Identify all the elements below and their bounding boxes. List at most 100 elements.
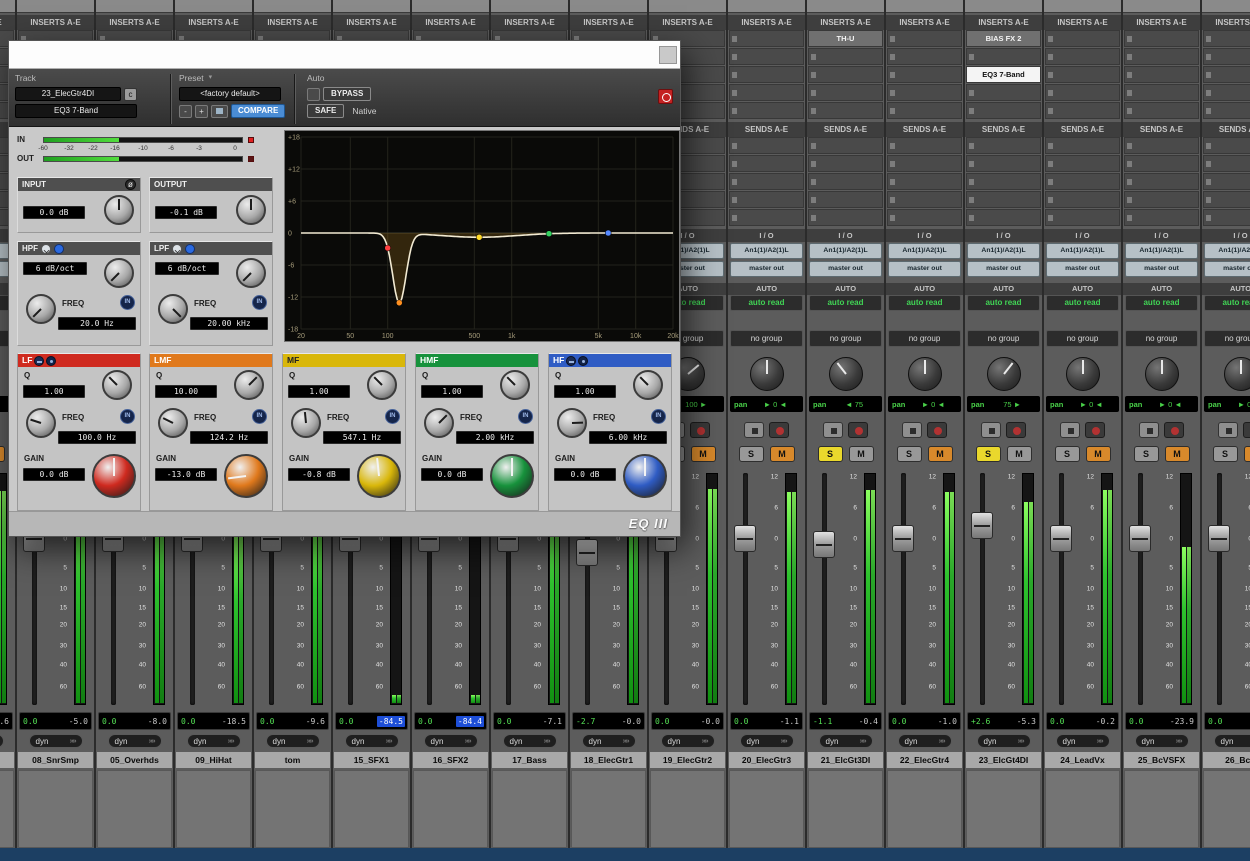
fader-handle[interactable] xyxy=(813,531,835,558)
comments-box[interactable] xyxy=(0,770,14,848)
insert-slot[interactable] xyxy=(729,66,804,83)
freq-value[interactable]: 6.00 kHz xyxy=(589,431,667,444)
insert-slot[interactable] xyxy=(808,137,883,154)
hpf-band-icon[interactable] xyxy=(54,244,64,254)
track-name[interactable]: 22_ElecGtr4 xyxy=(887,752,962,768)
record-arm-button[interactable] xyxy=(1085,422,1105,438)
insert-slot[interactable] xyxy=(1124,173,1199,190)
track-name[interactable]: 23_ElcGt4DI xyxy=(966,752,1041,768)
safe-button[interactable]: SAFE xyxy=(307,104,344,118)
insert-slot[interactable] xyxy=(1203,191,1250,208)
insert-slot[interactable] xyxy=(1045,155,1120,172)
input-gain-knob[interactable] xyxy=(104,195,134,225)
insert-slot[interactable] xyxy=(1203,173,1250,190)
insert-slot[interactable] xyxy=(808,66,883,83)
input-path[interactable]: An1(1)/A2(1)L xyxy=(1125,243,1198,259)
output-path[interactable]: master out xyxy=(730,261,803,277)
insert-slot[interactable] xyxy=(1203,66,1250,83)
fader-handle[interactable] xyxy=(1129,525,1151,552)
insert-slot[interactable] xyxy=(887,173,962,190)
insert-slot[interactable]: TH-U xyxy=(808,30,883,47)
freq-value[interactable]: 547.1 Hz xyxy=(323,431,401,444)
input-path[interactable]: An1(1)/A2(1)L xyxy=(730,243,803,259)
track-name[interactable]: 09_HiHat xyxy=(176,752,251,768)
input-path[interactable]: An1(1)/A2(1)L xyxy=(1046,243,1119,259)
comments-box[interactable] xyxy=(966,770,1041,848)
track-name[interactable]: 24_LeadVx xyxy=(1045,752,1120,768)
dyn-button[interactable]: dyn »» xyxy=(29,734,83,748)
insert-slot[interactable] xyxy=(1045,66,1120,83)
group-assign[interactable]: no group xyxy=(1125,330,1198,347)
output-path[interactable]: master out xyxy=(809,261,882,277)
automation-enable-icon[interactable] xyxy=(307,88,320,101)
output-path[interactable]: master out xyxy=(888,261,961,277)
track-name[interactable]: 08_SnrSmp xyxy=(18,752,93,768)
comments-box[interactable] xyxy=(650,770,725,848)
input-monitor-button[interactable] xyxy=(744,422,764,438)
track-name[interactable]: 19_ElecGtr2 xyxy=(650,752,725,768)
input-monitor-button[interactable] xyxy=(981,422,1001,438)
dyn-button[interactable]: dyn »» xyxy=(503,734,557,748)
freq-knob[interactable] xyxy=(26,408,56,438)
insert-slot[interactable] xyxy=(1203,48,1250,65)
fader-handle[interactable] xyxy=(971,512,993,539)
group-assign[interactable]: no group xyxy=(967,330,1040,347)
lpf-band-icon[interactable] xyxy=(185,244,195,254)
record-arm-button[interactable] xyxy=(848,422,868,438)
insert-slot[interactable] xyxy=(1203,84,1250,101)
insert-slot[interactable] xyxy=(1124,191,1199,208)
comments-box[interactable] xyxy=(413,770,488,848)
insert-slot[interactable] xyxy=(1124,30,1199,47)
insert-slot[interactable] xyxy=(808,191,883,208)
gain-value[interactable]: 0.0 dB xyxy=(421,468,483,481)
gain-knob[interactable] xyxy=(490,454,534,498)
insert-slot[interactable] xyxy=(808,48,883,65)
band-in-button[interactable]: IN xyxy=(518,409,533,424)
out-clip-led[interactable] xyxy=(248,156,254,162)
insert-slot[interactable] xyxy=(808,155,883,172)
insert-slot[interactable] xyxy=(808,209,883,226)
gain-value[interactable]: 0.0 dB xyxy=(554,468,616,481)
insert-slot[interactable] xyxy=(808,102,883,119)
input-monitor-button[interactable] xyxy=(1060,422,1080,438)
q-knob[interactable] xyxy=(102,370,132,400)
dyn-button[interactable]: dyn »» xyxy=(582,734,636,748)
input-path[interactable]: An1(1)/A2(1)L xyxy=(809,243,882,259)
comments-box[interactable] xyxy=(808,770,883,848)
insert-slot[interactable] xyxy=(729,173,804,190)
q-value[interactable]: 1.00 xyxy=(554,385,616,398)
track-name[interactable]: tom xyxy=(255,752,330,768)
insert-slot[interactable] xyxy=(1045,84,1120,101)
mute-button[interactable]: M xyxy=(691,446,716,462)
track-name[interactable]: 21_ElcGt3DI xyxy=(808,752,883,768)
freq-value[interactable]: 2.00 kHz xyxy=(456,431,534,444)
insert-slot[interactable] xyxy=(1045,191,1120,208)
insert-slot[interactable] xyxy=(887,84,962,101)
freq-value[interactable]: 124.2 Hz xyxy=(190,431,268,444)
output-path[interactable]: master out xyxy=(1125,261,1198,277)
dyn-button[interactable]: dyn »» xyxy=(0,734,4,748)
shelf-toggle-icon[interactable] xyxy=(34,356,44,366)
fader-handle[interactable] xyxy=(1208,525,1230,552)
track-name[interactable]: 15_SFX1 xyxy=(334,752,409,768)
hpf-freq-value[interactable]: 20.0 Hz xyxy=(58,317,136,330)
preset-selector[interactable]: <factory default> xyxy=(179,87,281,101)
insert-slot[interactable] xyxy=(729,30,804,47)
insert-slot[interactable] xyxy=(1124,84,1199,101)
comments-box[interactable] xyxy=(255,770,330,848)
group-assign[interactable]: no group xyxy=(730,330,803,347)
dyn-button[interactable]: dyn »» xyxy=(661,734,715,748)
record-arm-button[interactable] xyxy=(769,422,789,438)
pan-knob[interactable] xyxy=(750,357,784,391)
band-in-button[interactable]: IN xyxy=(120,409,135,424)
lpf-slope-knob[interactable] xyxy=(236,258,266,288)
insert-slot[interactable] xyxy=(1045,173,1120,190)
bell-toggle-icon[interactable] xyxy=(46,356,56,366)
next-preset-button[interactable]: + xyxy=(195,105,208,118)
band-in-button[interactable]: IN xyxy=(385,409,400,424)
hpf-in-button[interactable]: IN xyxy=(120,295,135,310)
band-in-button[interactable]: IN xyxy=(252,409,267,424)
gain-value[interactable]: 0.0 dB xyxy=(23,468,85,481)
lpf-freq-value[interactable]: 20.00 kHz xyxy=(190,317,268,330)
solo-button[interactable]: S xyxy=(976,446,1001,462)
